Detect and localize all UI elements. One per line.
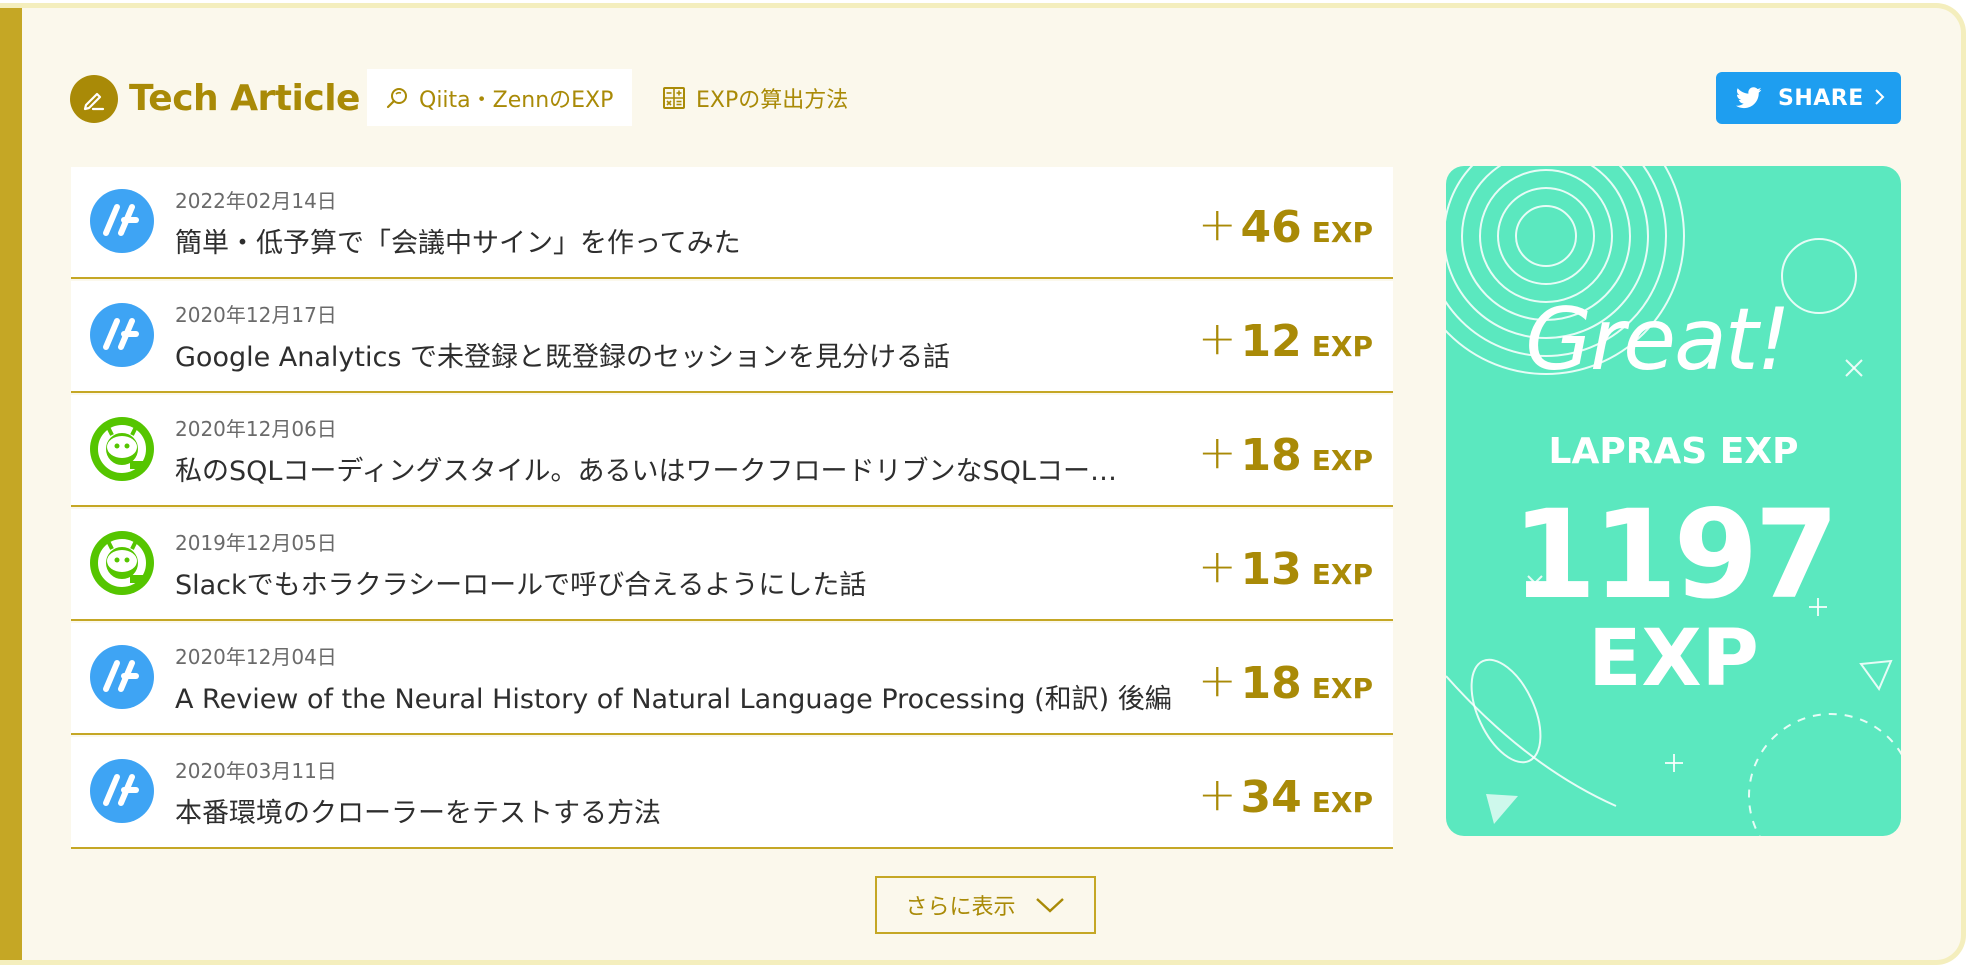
exp-value: 18	[1240, 430, 1302, 481]
article-date: 2020年12月04日	[175, 645, 337, 669]
tab-exp-calculation[interactable]: EXPの算出方法	[644, 69, 884, 126]
article-date: 2020年12月17日	[175, 303, 337, 327]
article-row[interactable]: 2020年12月04日 A Review of the Neural Histor…	[71, 623, 1393, 735]
exp-plus-sign: +	[1197, 653, 1237, 707]
exp-plus-sign: +	[1197, 767, 1237, 821]
exp-unit: EXP	[1311, 216, 1373, 249]
article-date: 2019年12月05日	[175, 531, 337, 555]
share-button[interactable]: SHARE	[1716, 72, 1901, 124]
badge-label: LAPRAS EXP	[1548, 431, 1799, 472]
exp-plus-sign: +	[1197, 425, 1237, 479]
article-row[interactable]: 2019年12月05日 Slackでもホラクラシーロールで呼び合えるようにした話 +…	[71, 509, 1393, 621]
exp-value: 12	[1240, 316, 1302, 367]
share-label: SHARE	[1778, 85, 1864, 111]
article-exp: +13 EXP	[1197, 539, 1373, 595]
exp-unit: EXP	[1311, 444, 1373, 477]
pencil-icon	[70, 75, 118, 123]
exp-value: 46	[1240, 202, 1302, 253]
exp-plus-sign: +	[1197, 311, 1237, 365]
search-icon	[386, 87, 407, 108]
show-more-button[interactable]: さらに表示	[875, 876, 1096, 934]
badge-great-text: Great!	[1525, 290, 1791, 390]
hatena-icon	[90, 189, 154, 253]
hatena-icon	[90, 759, 154, 823]
chevron-down-icon	[1035, 898, 1064, 913]
exp-badge: Great! LAPRAS EXP 1197 EXP	[1446, 166, 1901, 836]
article-title[interactable]: Google Analytics で未登録と既登録のセッションを見分ける話	[175, 335, 950, 374]
article-exp: +46 EXP	[1197, 197, 1373, 253]
article-list: 2022年02月14日 簡単・低予算で「会議中サイン」を作ってみた +46 EXP 20…	[71, 167, 1393, 851]
article-date: 2020年03月11日	[175, 759, 337, 783]
article-row[interactable]: 2020年12月06日私のSQLコーディングスタイル。あるいはワークフロードリブ…	[71, 395, 1393, 507]
badge-exp-value: 1197	[1511, 484, 1840, 626]
show-more-label: さらに表示	[905, 895, 1016, 920]
calculator-icon	[663, 86, 685, 109]
exp-value: 34	[1240, 772, 1302, 823]
hatena-icon	[90, 645, 154, 709]
article-row[interactable]: 2020年12月17日 Google Analytics で未登録と既登録のセッシ…	[71, 281, 1393, 393]
exp-unit: EXP	[1311, 786, 1373, 819]
article-title[interactable]: 本番環境のクローラーをテストする方法	[175, 791, 661, 830]
tab-label: Qiita・ZennのEXP	[419, 87, 614, 113]
exp-value: 13	[1240, 544, 1302, 595]
article-title[interactable]: 私のSQLコーディングスタイル。あるいはワークフロードリブンなSQLコー…	[175, 449, 1117, 488]
qiita-icon	[90, 417, 154, 481]
article-date: 2022年02月14日	[175, 189, 337, 213]
exp-plus-sign: +	[1197, 539, 1237, 593]
article-exp: +18 EXP	[1197, 425, 1373, 481]
article-exp: +12 EXP	[1197, 311, 1373, 367]
hatena-icon	[90, 303, 154, 367]
article-row[interactable]: 2022年02月14日簡単・低予算で「会議中サイン」を作ってみた +46 EXP	[71, 167, 1393, 279]
article-exp: +18 EXP	[1197, 653, 1373, 709]
exp-unit: EXP	[1311, 558, 1373, 591]
article-date: 2020年12月06日	[175, 417, 337, 441]
article-title[interactable]: Slackでもホラクラシーロールで呼び合えるようにした話	[175, 563, 866, 602]
card-accent-bar	[0, 8, 22, 960]
section-title: Tech Article	[129, 78, 360, 119]
exp-plus-sign: +	[1197, 197, 1237, 251]
badge-exp-unit: EXP	[1588, 614, 1759, 704]
exp-unit: EXP	[1311, 672, 1373, 705]
qiita-icon	[90, 531, 154, 595]
article-row[interactable]: 2020年03月11日本番環境のクローラーをテストする方法 +34 EXP	[71, 737, 1393, 849]
article-exp: +34 EXP	[1197, 767, 1373, 823]
article-title[interactable]: A Review of the Neural History of Natura…	[175, 677, 1172, 716]
chevron-right-icon	[1875, 89, 1885, 105]
tab-qiita-zenn-exp[interactable]: Qiita・ZennのEXP	[367, 69, 632, 126]
tech-article-card: Tech Article Qiita・ZennのEXP EXPの算出方法 SHA…	[0, 3, 1966, 965]
exp-unit: EXP	[1311, 330, 1373, 363]
tab-label: EXPの算出方法	[696, 87, 849, 113]
article-title[interactable]: 簡単・低予算で「会議中サイン」を作ってみた	[175, 221, 741, 260]
twitter-icon	[1736, 87, 1762, 109]
exp-value: 18	[1240, 658, 1302, 709]
